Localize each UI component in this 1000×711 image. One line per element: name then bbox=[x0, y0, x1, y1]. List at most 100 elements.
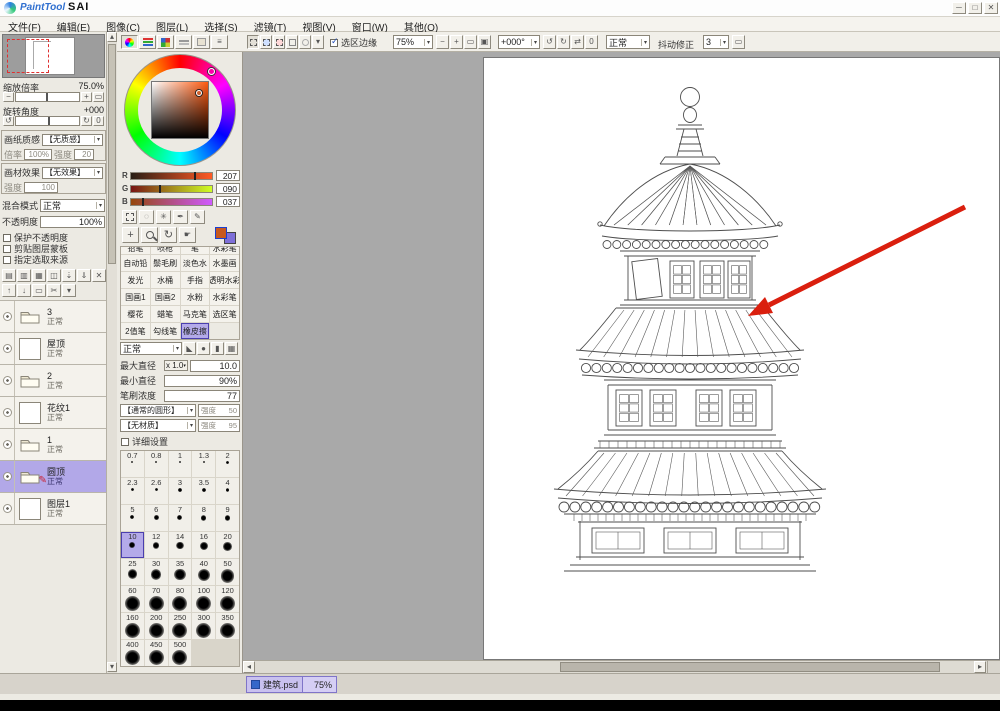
brush-size-option[interactable]: 0.7 bbox=[121, 451, 144, 477]
brush-cell[interactable]: 国画2 bbox=[151, 289, 180, 305]
brush-size-option[interactable]: 500 bbox=[169, 640, 192, 666]
density-slider[interactable]: 77 bbox=[164, 390, 240, 402]
detail-settings-checkbox[interactable] bbox=[121, 438, 129, 446]
brush-tip-circle-button[interactable]: ● bbox=[197, 342, 210, 355]
color-wheel-tab[interactable] bbox=[121, 35, 138, 49]
move-layer-up-button[interactable]: ↑ bbox=[2, 284, 16, 297]
channel-value[interactable]: 207 bbox=[216, 170, 240, 181]
brush-size-option[interactable]: 8 bbox=[192, 505, 215, 531]
layer-visibility-toggle[interactable] bbox=[0, 429, 15, 460]
brush-cell[interactable]: 自动铅 bbox=[121, 255, 150, 271]
selection-subtract-button[interactable] bbox=[273, 35, 285, 49]
angle-field[interactable]: +000°▾ bbox=[498, 35, 540, 49]
channel-value[interactable]: 037 bbox=[216, 196, 240, 207]
layer-visibility-toggle[interactable] bbox=[0, 301, 15, 332]
zoom-field[interactable]: 75%▾ bbox=[393, 35, 433, 49]
brush-size-option[interactable]: 120 bbox=[216, 586, 239, 612]
brush-size-option[interactable]: 5 bbox=[121, 505, 144, 531]
brush-size-option[interactable]: 3.5 bbox=[192, 478, 215, 504]
maximize-button[interactable]: □ bbox=[968, 2, 982, 14]
palette-options-tab[interactable]: ≡ bbox=[211, 35, 228, 49]
cut-layer-button[interactable]: ✂ bbox=[47, 284, 61, 297]
brush-size-option[interactable]: 16 bbox=[192, 532, 215, 558]
document-tab[interactable]: 建筑.psd 75% bbox=[246, 676, 337, 693]
scroll-left-button[interactable]: ◂ bbox=[243, 661, 255, 673]
brush-size-option[interactable]: 2.6 bbox=[145, 478, 168, 504]
brush-size-option[interactable]: 30 bbox=[145, 559, 168, 585]
brush-cell[interactable]: 发光 bbox=[121, 272, 150, 288]
scroll-down-button[interactable]: ▾ bbox=[107, 662, 117, 672]
rgb-sliders-tab[interactable] bbox=[139, 35, 156, 49]
layer-visibility-toggle[interactable] bbox=[0, 397, 15, 428]
brush-cell[interactable]: 橡皮擦 bbox=[181, 323, 210, 339]
zoom-reset-button[interactable]: ▣ bbox=[478, 35, 491, 49]
angle-reset-button[interactable]: 0 bbox=[585, 35, 598, 49]
texture-strength-field[interactable]: 强度95 bbox=[198, 419, 240, 432]
hue-marker[interactable] bbox=[208, 68, 215, 75]
brush-cell[interactable]: 樱花 bbox=[121, 306, 150, 322]
select-rect-tool[interactable] bbox=[122, 210, 137, 224]
layer-row[interactable]: 3正常 bbox=[0, 301, 106, 333]
brush-size-option[interactable]: 60 bbox=[121, 586, 144, 612]
minimize-button[interactable]: ─ bbox=[952, 2, 966, 14]
brush-cell[interactable]: 国画1 bbox=[121, 289, 150, 305]
option-checkbox[interactable] bbox=[3, 245, 11, 253]
eyedropper-tool[interactable]: ✒ bbox=[173, 210, 188, 224]
paper-strength-value[interactable]: 20 bbox=[74, 149, 94, 160]
clear-layer-button[interactable]: ▭ bbox=[32, 284, 46, 297]
move-layer-down-button[interactable]: ↓ bbox=[17, 284, 31, 297]
stabilizer-extra-button[interactable]: ▭ bbox=[732, 35, 745, 49]
nav-rotate-ccw-button[interactable]: ↺ bbox=[3, 116, 14, 126]
swatches-tab[interactable] bbox=[157, 35, 174, 49]
brush-shape-dropdown[interactable]: 【通常的圆形】▾ bbox=[120, 404, 196, 417]
nav-zoom-out-button[interactable]: − bbox=[3, 92, 14, 102]
brush-cell[interactable]: 透明水彩 bbox=[210, 272, 239, 288]
navigator-preview[interactable] bbox=[2, 34, 105, 78]
layer-row[interactable]: 2正常 bbox=[0, 365, 106, 397]
option-checkbox[interactable] bbox=[3, 256, 11, 264]
layer-option[interactable]: 指定选取来源 bbox=[3, 254, 106, 265]
rotate-ccw-button[interactable]: ↺ bbox=[543, 35, 556, 49]
brush-size-option[interactable]: 50 bbox=[216, 559, 239, 585]
brush-size-option[interactable]: 1.3 bbox=[192, 451, 215, 477]
layer-visibility-toggle[interactable] bbox=[0, 493, 15, 524]
magic-wand-tool[interactable]: ✳ bbox=[156, 210, 171, 224]
close-button[interactable]: ✕ bbox=[984, 2, 998, 14]
nav-rotate-reset-button[interactable]: 0 bbox=[93, 116, 104, 126]
brush-size-option[interactable]: 100 bbox=[192, 586, 215, 612]
brush-cell[interactable]: 喷枪 bbox=[151, 247, 180, 254]
hscrollbar-thumb[interactable] bbox=[560, 662, 940, 672]
scroll-up-button[interactable]: ▴ bbox=[107, 32, 117, 42]
brush-size-option[interactable]: 10 bbox=[121, 532, 144, 558]
layer-row[interactable]: ✎ 圆顶正常 bbox=[0, 461, 106, 493]
color-wheel[interactable] bbox=[124, 54, 236, 166]
nav-zoom-slider[interactable] bbox=[15, 92, 80, 102]
new-layer-button[interactable]: ▤ bbox=[2, 269, 16, 282]
brush-size-option[interactable]: 400 bbox=[121, 640, 144, 666]
brush-cell[interactable]: 2值笔 bbox=[121, 323, 150, 339]
mixer-tab[interactable] bbox=[175, 35, 192, 49]
brush-size-option[interactable]: 20 bbox=[216, 532, 239, 558]
brush-size-option[interactable]: 35 bbox=[169, 559, 192, 585]
navigator-view-rect[interactable] bbox=[7, 39, 49, 73]
nav-zoom-reset-button[interactable]: ▭ bbox=[93, 92, 104, 102]
brush-size-option[interactable]: 3 bbox=[169, 478, 192, 504]
brush-size-option[interactable]: 2.3 bbox=[121, 478, 144, 504]
brush-cell[interactable]: 鬃毛刷 bbox=[151, 255, 180, 271]
brush-cell[interactable]: 蜡笔 bbox=[151, 306, 180, 322]
layer-row[interactable]: 花纹1正常 bbox=[0, 397, 106, 429]
brush-cell[interactable]: 手指 bbox=[181, 272, 210, 288]
brush-size-option[interactable]: 80 bbox=[169, 586, 192, 612]
channel-slider[interactable] bbox=[130, 198, 213, 206]
effect-strength-value[interactable]: 100 bbox=[24, 182, 58, 193]
layer-visibility-toggle[interactable] bbox=[0, 365, 15, 396]
channel-value[interactable]: 090 bbox=[216, 183, 240, 194]
brush-size-option[interactable]: 0.8 bbox=[145, 451, 168, 477]
move-tool[interactable]: + bbox=[122, 227, 139, 243]
selection-edge-option[interactable]: ✓ 选区边缘 bbox=[330, 37, 377, 48]
hand-tool[interactable]: ☛ bbox=[179, 227, 196, 243]
selection-new-button[interactable] bbox=[247, 35, 259, 49]
brush-size-option[interactable]: 2 bbox=[216, 451, 239, 477]
new-linework-layer-button[interactable]: ▥ bbox=[17, 269, 31, 282]
brush-size-option[interactable]: 14 bbox=[169, 532, 192, 558]
